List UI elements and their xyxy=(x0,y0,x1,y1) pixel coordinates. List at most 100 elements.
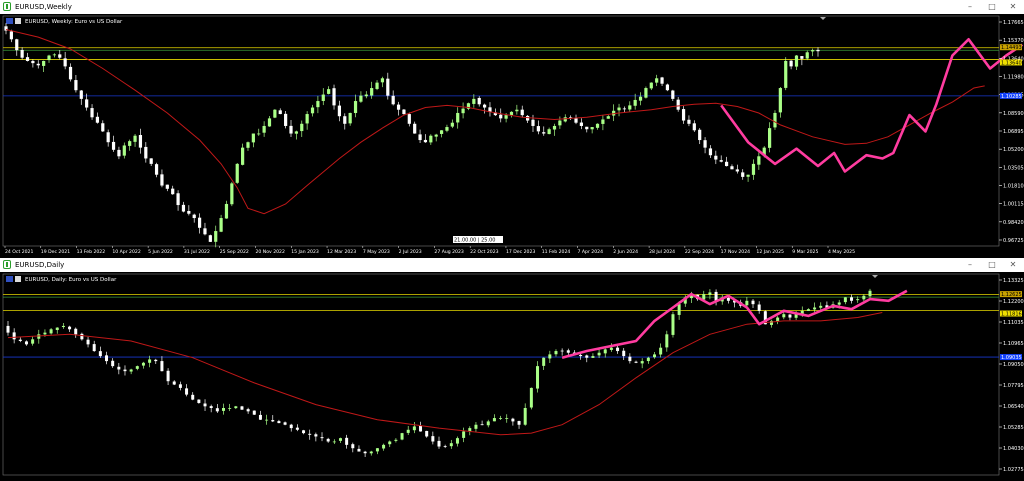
candle-body xyxy=(31,339,35,344)
candle-body xyxy=(450,122,454,127)
candle-body xyxy=(671,314,675,335)
candle-body xyxy=(320,437,324,439)
weekly-titlebar[interactable]: EURUSD,Weekly – □ ✕ xyxy=(0,0,1024,14)
candle-body xyxy=(55,327,59,331)
maximize-icon[interactable]: □ xyxy=(986,1,998,12)
candle-body xyxy=(617,107,621,111)
candle-body xyxy=(449,443,453,447)
daily-titlebar[interactable]: EURUSD,Daily – □ ✕ xyxy=(0,258,1024,272)
candle-body xyxy=(332,441,336,443)
candle-body xyxy=(364,94,368,97)
candle-body xyxy=(813,307,817,310)
candle-body xyxy=(702,294,706,300)
y-tick-label: 1.01810 xyxy=(1003,184,1024,190)
minimize-icon[interactable]: – xyxy=(964,259,976,270)
close-icon[interactable]: ✕ xyxy=(1007,259,1019,270)
candle-body xyxy=(63,58,67,67)
y-tick-label: 1.11035 xyxy=(1003,320,1024,326)
candle-body xyxy=(472,98,476,104)
candle-body xyxy=(284,113,288,126)
candle-body xyxy=(117,149,121,157)
candle-body xyxy=(676,99,680,110)
y-tick-label: 1.13325 xyxy=(1003,278,1024,284)
x-tick-label: 4 May 2025 xyxy=(828,249,855,255)
y-tick-label: 1.17665 xyxy=(1003,20,1024,26)
candle-body xyxy=(234,406,238,409)
candle-body xyxy=(332,88,336,106)
candle-body xyxy=(289,424,293,429)
y-tick-label: 1.08590 xyxy=(1003,111,1024,117)
candle-body xyxy=(197,399,201,403)
candle-body xyxy=(310,107,315,114)
price-label: 1.10285 xyxy=(1001,94,1022,100)
candle-body xyxy=(628,356,632,362)
candle-body xyxy=(591,356,595,358)
candle-body xyxy=(499,114,503,119)
candle-body xyxy=(552,125,557,130)
candle-body xyxy=(628,105,632,110)
y-tick-label: 0.98420 xyxy=(1003,220,1024,226)
x-tick-label: 24 Oct 2021 xyxy=(5,249,33,255)
candle-body xyxy=(246,409,250,412)
candle-body xyxy=(523,408,527,425)
daily-chart-window[interactable]: EURUSD,Daily – □ ✕ EURUSD, Daily: Euro v… xyxy=(0,258,1024,481)
price-label: 1.11816 xyxy=(1001,312,1022,318)
y-tick-label: 1.10965 xyxy=(1003,341,1024,347)
candle-body xyxy=(74,80,78,91)
candle-body xyxy=(154,164,159,175)
daily-chart-canvas[interactable]: EURUSD, Daily: Euro vs US Dollar 1.13325 1… xyxy=(0,272,1024,481)
candle-body xyxy=(681,109,686,121)
candle-body xyxy=(258,414,262,420)
candle-body xyxy=(603,349,607,354)
x-tick-label: 28 Jul 2024 xyxy=(649,249,675,255)
candle-body xyxy=(590,127,594,130)
candle-body xyxy=(24,341,28,345)
candle-body xyxy=(394,439,398,441)
candle-body xyxy=(144,146,148,159)
candle-body xyxy=(566,350,570,353)
candle-body xyxy=(423,139,428,143)
x-tick-label: 22 Sep 2024 xyxy=(685,249,714,255)
candle-body xyxy=(178,384,182,388)
candle-body xyxy=(20,49,24,58)
x-tick-label: 20 Nov 2022 xyxy=(255,249,284,255)
candle-body xyxy=(445,127,449,131)
candle-body xyxy=(757,304,761,311)
x-tick-label: 5 Jun 2022 xyxy=(148,249,173,255)
candle-body xyxy=(214,231,218,242)
candle-body xyxy=(597,352,601,356)
candle-body xyxy=(95,116,100,123)
weekly-chart-canvas[interactable]: EURUSD, Weekly: Euro vs US Dollar 1.17665… xyxy=(0,14,1024,258)
candle-body xyxy=(154,359,158,362)
candle-body xyxy=(105,355,109,362)
candle-body xyxy=(412,426,416,431)
price-label: 1.09035 xyxy=(1001,355,1022,361)
candle-body xyxy=(511,418,515,422)
candle-body xyxy=(215,408,219,412)
candle-body xyxy=(477,97,481,105)
candle-body xyxy=(208,235,212,242)
candle-body xyxy=(294,131,298,134)
x-tick-label: 12 Jan 2025 xyxy=(756,249,784,255)
candle-body xyxy=(515,109,519,112)
x-tick-label: 11 Feb 2024 xyxy=(542,249,571,255)
candle-body xyxy=(265,419,269,421)
candle-body xyxy=(757,156,761,165)
candle-body xyxy=(585,126,589,130)
candle-body xyxy=(314,434,318,437)
candle-body xyxy=(677,304,681,315)
minimize-icon[interactable]: – xyxy=(964,1,976,12)
candle-body xyxy=(402,109,406,115)
candle-body xyxy=(359,95,363,102)
candle-body xyxy=(283,422,287,425)
candle-body xyxy=(751,300,755,305)
candle-body xyxy=(246,142,250,148)
maximize-icon[interactable]: □ xyxy=(986,259,998,270)
candle-body xyxy=(52,54,56,56)
candle-body xyxy=(382,444,386,449)
close-icon[interactable]: ✕ xyxy=(1007,1,1019,12)
weekly-chart-window[interactable]: EURUSD,Weekly – □ ✕ EURUSD, Weekly: Euro… xyxy=(0,0,1024,258)
candle-body xyxy=(805,52,809,59)
candle-body xyxy=(638,96,643,101)
candle-body xyxy=(6,325,10,333)
